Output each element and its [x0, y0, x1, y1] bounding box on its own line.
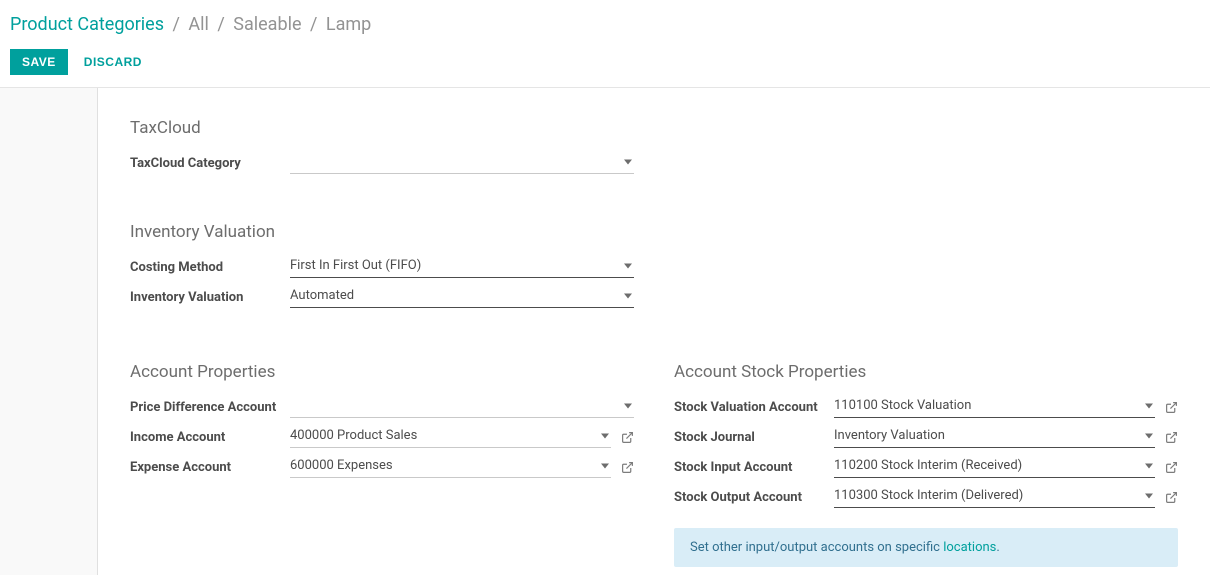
label-income-account: Income Account: [130, 430, 290, 445]
label-taxcloud-category: TaxCloud Category: [130, 156, 290, 171]
external-link-icon[interactable]: [621, 461, 634, 474]
label-stock-journal: Stock Journal: [674, 430, 834, 445]
external-link-icon[interactable]: [1165, 491, 1178, 504]
breadcrumb-root[interactable]: Product Categories: [10, 14, 164, 35]
breadcrumb-item: All: [188, 14, 209, 35]
value-stock-output: 110300 Stock Interim (Delivered): [834, 488, 1155, 503]
section-title: Account Properties: [130, 362, 634, 382]
form-sheet: TaxCloud TaxCloud Category Inventory Val…: [98, 88, 1210, 575]
field-inventory-valuation[interactable]: Automated: [290, 286, 634, 308]
value-inventory-valuation: Automated: [290, 288, 634, 303]
field-income-account[interactable]: 400000 Product Sales: [290, 426, 611, 448]
field-expense-account[interactable]: 600000 Expenses: [290, 456, 611, 478]
info-text: Set other input/output accounts on speci…: [690, 540, 943, 555]
field-stock-valuation[interactable]: 110100 Stock Valuation: [834, 396, 1155, 418]
external-link-icon[interactable]: [1165, 461, 1178, 474]
value-income-account: 400000 Product Sales: [290, 428, 611, 443]
section-title: Account Stock Properties: [674, 362, 1178, 382]
value-stock-input: 110200 Stock Interim (Received): [834, 458, 1155, 473]
section-inventory-valuation: Inventory Valuation Costing Method First…: [130, 222, 1178, 316]
chevron-down-icon: [601, 463, 609, 468]
info-box: Set other input/output accounts on speci…: [674, 528, 1178, 567]
chevron-down-icon: [601, 433, 609, 438]
field-price-diff[interactable]: [290, 396, 634, 418]
label-stock-input: Stock Input Account: [674, 460, 834, 475]
field-stock-output[interactable]: 110300 Stock Interim (Delivered): [834, 486, 1155, 508]
chevron-down-icon: [1145, 493, 1153, 498]
chevron-down-icon: [624, 263, 632, 268]
breadcrumb-separator: /: [169, 14, 184, 35]
locations-link[interactable]: locations: [943, 540, 996, 555]
left-gutter: [0, 88, 98, 575]
label-expense-account: Expense Account: [130, 460, 290, 475]
label-stock-output: Stock Output Account: [674, 490, 834, 505]
section-account-properties: Account Properties Price Difference Acco…: [130, 356, 634, 567]
label-price-diff: Price Difference Account: [130, 400, 290, 415]
external-link-icon[interactable]: [1165, 431, 1178, 444]
value-stock-valuation: 110100 Stock Valuation: [834, 398, 1155, 413]
section-title: TaxCloud: [130, 118, 1178, 138]
breadcrumb-item: Lamp: [326, 14, 371, 35]
header: Product Categories / All / Saleable / La…: [0, 0, 1210, 88]
chevron-down-icon: [1145, 403, 1153, 408]
field-stock-journal[interactable]: Inventory Valuation: [834, 426, 1155, 448]
action-bar: SAVE DISCARD: [10, 49, 1200, 87]
chevron-down-icon: [1145, 463, 1153, 468]
external-link-icon[interactable]: [621, 431, 634, 444]
breadcrumb-separator: /: [306, 14, 321, 35]
field-stock-input[interactable]: 110200 Stock Interim (Received): [834, 456, 1155, 478]
external-link-icon[interactable]: [1165, 401, 1178, 414]
section-account-stock-properties: Account Stock Properties Stock Valuation…: [674, 356, 1178, 567]
label-costing-method: Costing Method: [130, 260, 290, 275]
chevron-down-icon: [624, 159, 632, 164]
info-text-suffix: .: [996, 540, 999, 555]
chevron-down-icon: [1145, 433, 1153, 438]
breadcrumb: Product Categories / All / Saleable / La…: [10, 14, 1200, 35]
field-costing-method[interactable]: First In First Out (FIFO): [290, 256, 634, 278]
save-button[interactable]: SAVE: [10, 49, 68, 75]
field-taxcloud-category[interactable]: [290, 152, 634, 174]
label-stock-valuation: Stock Valuation Account: [674, 400, 834, 415]
section-taxcloud: TaxCloud TaxCloud Category: [130, 118, 1178, 182]
label-inventory-valuation: Inventory Valuation: [130, 290, 290, 305]
chevron-down-icon: [624, 403, 632, 408]
value-expense-account: 600000 Expenses: [290, 458, 611, 473]
section-title: Inventory Valuation: [130, 222, 1178, 242]
breadcrumb-separator: /: [213, 14, 228, 35]
account-columns: Account Properties Price Difference Acco…: [130, 356, 1178, 567]
discard-button[interactable]: DISCARD: [84, 55, 142, 69]
value-costing-method: First In First Out (FIFO): [290, 258, 634, 273]
breadcrumb-item: Saleable: [233, 14, 301, 35]
value-stock-journal: Inventory Valuation: [834, 428, 1155, 443]
chevron-down-icon: [624, 293, 632, 298]
